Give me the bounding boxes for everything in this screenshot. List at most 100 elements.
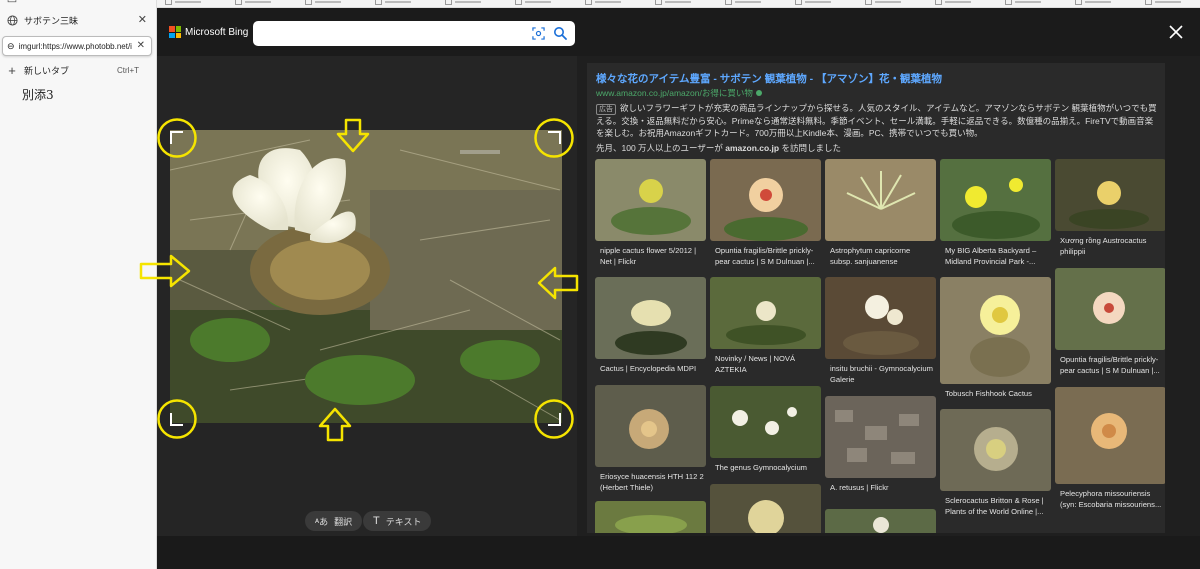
result-caption: Novinky / News | NOVÁ AZTEKIA	[715, 354, 796, 374]
text-label: テキスト	[385, 516, 422, 527]
ad-badge: 広告	[596, 104, 616, 115]
bookmark-item[interactable]	[445, 0, 481, 6]
result-caption: Xương rồng Austrocactus philippii	[1060, 236, 1147, 256]
bookmark-item[interactable]	[585, 0, 621, 6]
result-card[interactable]: The genus Gymnocalycium	[710, 386, 821, 473]
visual-search-icon[interactable]	[532, 27, 545, 40]
result-card[interactable]: insitu bruchii - Gymnocalycium Galerie	[825, 277, 936, 385]
ad-visitors-prefix: 先月、100 万人以上のユーザーが	[596, 143, 726, 153]
result-thumbnail	[825, 159, 936, 241]
translate-button[interactable]: ᴬあ 翻訳	[305, 511, 363, 531]
result-caption: Opuntia fragilis/Brittle prickly-pear ca…	[715, 246, 815, 266]
tab-url-box[interactable]: ⊖ imgurl:https://www.photobb.net/i ✕	[2, 36, 152, 56]
result-thumbnail	[595, 501, 706, 533]
bookmark-item[interactable]	[235, 0, 271, 6]
result-card[interactable]: My BIG Alberta Backyard – Midland Provin…	[940, 159, 1051, 267]
result-card[interactable]: Astrophytum capricorne subsp. sanjuanens…	[825, 159, 936, 267]
result-thumbnail	[1055, 268, 1165, 350]
corner-highlight-circle	[157, 118, 197, 158]
result-caption: Opuntia fragilis/Brittle prickly-pear ca…	[1060, 355, 1160, 375]
result-thumbnail	[595, 277, 706, 359]
close-tab-icon[interactable]: ✕	[138, 13, 147, 26]
result-card[interactable]: Pelecyphora missouriensis (syn: Escobari…	[1055, 387, 1165, 510]
bookmark-item[interactable]	[795, 0, 831, 6]
bing-logo[interactable]: Microsoft Bing	[169, 26, 248, 38]
bookmark-item[interactable]	[165, 0, 201, 6]
result-card[interactable]: Eriosyce huacensis HTH 112 2 (Herbert Th…	[595, 385, 706, 493]
ad-title-link[interactable]: 様々な花のアイテム豊富 - サボテン 観葉植物 - 【アマゾン】花・観葉植物	[596, 72, 1161, 86]
result-thumbnail	[710, 277, 821, 349]
down-arrow-annotation-icon	[336, 118, 370, 153]
right-arrow-annotation-icon	[139, 254, 191, 288]
result-caption: A. retusus | Flickr	[830, 483, 889, 492]
result-thumbnail	[710, 386, 821, 458]
ad-url-text: www.amazon.co.jp/amazon/お得に買い物	[596, 88, 753, 98]
tab-icon: ▭	[6, 0, 18, 6]
result-card[interactable]: Novinky / News | NOVÁ AZTEKIA	[710, 277, 821, 375]
new-tab-shortcut: Ctrl+T	[117, 65, 139, 75]
bookmark-item[interactable]	[375, 0, 411, 6]
text-button[interactable]: T テキスト	[363, 511, 432, 531]
bookmark-item[interactable]	[1005, 0, 1041, 6]
result-card[interactable]: Xương rồng Austrocactus philippii	[1055, 159, 1165, 257]
bookmark-item[interactable]	[655, 0, 691, 6]
result-caption: Pelecyphora missouriensis (syn: Escobari…	[1060, 489, 1162, 509]
new-tab-button[interactable]: + 新しいタブ Ctrl+T	[0, 59, 157, 81]
result-caption: My BIG Alberta Backyard – Midland Provin…	[945, 246, 1037, 266]
result-card[interactable]: nipple cactus flower 5/2012 | Net | Flic…	[595, 159, 706, 267]
result-card[interactable]: Tobusch Fishhook Cactus	[940, 277, 1051, 399]
bookmark-item[interactable]	[515, 0, 551, 6]
result-thumbnail	[595, 385, 706, 467]
corner-highlight-circle	[157, 399, 197, 439]
result-caption: Sclerocactus Britton & Rose | Plants of …	[945, 496, 1044, 516]
main-cactus-image	[170, 130, 562, 423]
ad-url[interactable]: www.amazon.co.jp/amazon/お得に買い物	[596, 87, 1161, 99]
close-tab-icon[interactable]: ✕	[137, 40, 145, 51]
result-card[interactable]: Cactus | Encyclopedia MDPI	[595, 277, 706, 374]
result-thumbnail	[825, 277, 936, 359]
bookmark-item[interactable]	[725, 0, 761, 6]
ad-description-text: 欲しいフラワーギフトが充実の商品ラインナップから探せる。人気のスタイル、アイテム…	[596, 103, 1157, 138]
result-thumbnail	[710, 159, 821, 241]
result-card[interactable]: Opuntia fragilis/Brittle prickly-pear ca…	[1055, 268, 1165, 376]
overlay-footer	[157, 536, 1200, 569]
result-card[interactable]	[825, 509, 936, 533]
left-arrow-annotation-icon	[537, 266, 579, 300]
globe-icon	[6, 14, 18, 26]
result-caption: The genus Gymnocalycium	[715, 463, 808, 472]
tab-group-label[interactable]: 別添3	[22, 86, 54, 103]
result-thumbnail	[1055, 159, 1165, 231]
close-icon[interactable]	[1168, 24, 1184, 40]
result-card[interactable]: Sclerocactus Britton & Rose | Plants of …	[940, 409, 1051, 517]
search-icon[interactable]	[553, 26, 567, 40]
browser-sidebar: ▭ サボテン三昧 ✕ ⊖ imgurl:https://www.photobb.…	[0, 0, 157, 569]
verified-icon	[755, 90, 762, 96]
result-card[interactable]	[595, 501, 706, 533]
result-caption: Cactus | Encyclopedia MDPI	[600, 364, 697, 373]
result-caption: Eriosyce huacensis HTH 112 2 (Herbert Th…	[600, 472, 704, 492]
result-card[interactable]: Opuntia fragilis/Brittle prickly-pear ca…	[710, 159, 821, 267]
bookmark-item[interactable]	[1075, 0, 1111, 6]
result-card[interactable]: A. retusus | Flickr	[825, 396, 936, 493]
ad-visitors-suffix: を訪問しました	[779, 143, 841, 153]
bing-search-input[interactable]	[253, 21, 575, 46]
translate-label: 翻訳	[334, 516, 353, 527]
result-thumbnail	[710, 484, 821, 533]
result-thumbnail	[940, 409, 1051, 491]
text-icon: T	[373, 515, 380, 527]
result-thumbnail	[940, 277, 1051, 384]
bookmarks-bar	[157, 0, 1200, 8]
image-viewer: ᴬあ 翻訳 T テキスト	[139, 56, 579, 536]
result-thumbnail	[595, 159, 706, 241]
new-tab-label: 新しいタブ	[24, 65, 70, 76]
sidebar-tab[interactable]: サボテン三昧 ✕	[0, 9, 157, 31]
result-caption: Astrophytum capricorne subsp. sanjuanens…	[830, 246, 911, 266]
result-card[interactable]	[710, 484, 821, 533]
bookmark-item[interactable]	[865, 0, 901, 6]
sidebar-tab-label: サボテン三昧	[24, 15, 79, 26]
result-caption: insitu bruchii - Gymnocalycium Galerie	[830, 364, 933, 384]
ad-description: 広告 欲しいフラワーギフトが充実の商品ラインナップから探せる。人気のスタイル、アイ…	[596, 102, 1161, 139]
bookmark-item[interactable]	[935, 0, 971, 6]
bookmark-item[interactable]	[305, 0, 341, 6]
bookmark-item[interactable]	[1145, 0, 1181, 6]
